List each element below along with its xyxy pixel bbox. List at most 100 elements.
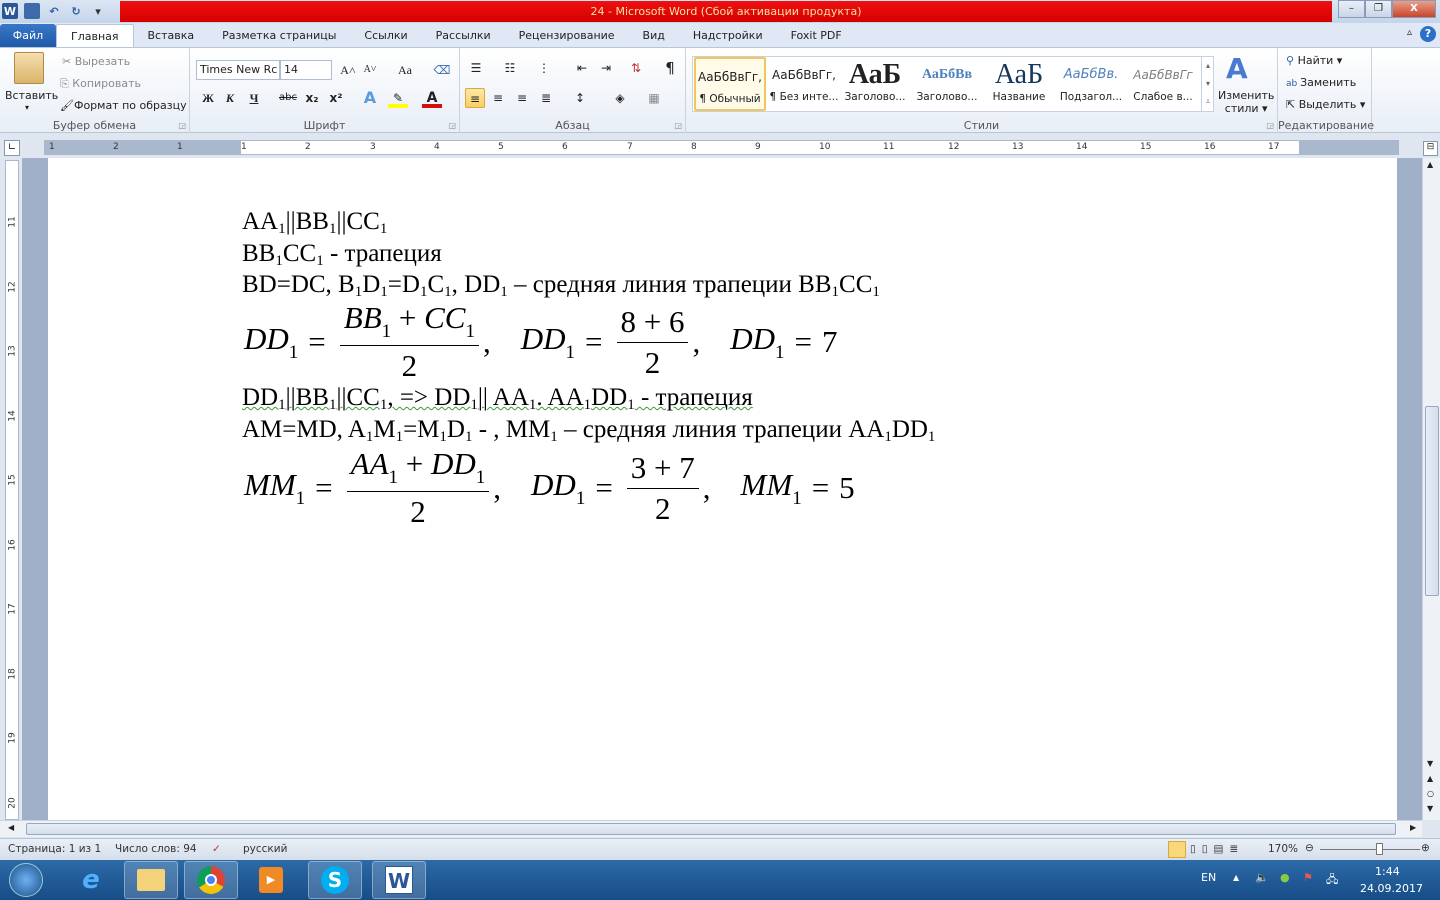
tab-references[interactable]: Ссылки: [350, 24, 421, 47]
zoom-slider[interactable]: [1320, 849, 1420, 850]
justify-button[interactable]: ≣: [536, 88, 556, 108]
skype-icon[interactable]: S: [308, 861, 362, 899]
vertical-scrollbar[interactable]: ▲ ▼ ▲ ○ ▼: [1422, 158, 1440, 820]
save-icon[interactable]: [24, 3, 40, 19]
clear-formatting-icon[interactable]: ⌫: [432, 60, 452, 80]
tab-review[interactable]: Рецензирование: [505, 24, 629, 47]
subscript-button[interactable]: x₂: [302, 88, 322, 108]
style-title[interactable]: АаБ Название: [983, 57, 1055, 111]
bold-button[interactable]: Ж: [198, 88, 218, 108]
show-formatting-button[interactable]: ¶: [660, 58, 680, 78]
scroll-right-icon[interactable]: ▶: [1410, 823, 1416, 832]
document-paragraph[interactable]: AM=MD, A1M1=M1D1 - , MM1 – средняя линия…: [242, 416, 935, 446]
tab-selector[interactable]: ∟: [4, 140, 20, 156]
zoom-out-icon[interactable]: ⊖: [1305, 842, 1314, 854]
bullets-icon[interactable]: ☰: [466, 58, 486, 78]
proofing-icon[interactable]: ✓: [212, 843, 221, 855]
numbering-icon[interactable]: ☷: [500, 58, 520, 78]
tab-file[interactable]: Файл: [0, 24, 56, 47]
dialog-launcher-icon[interactable]: ◲: [448, 121, 456, 130]
vertical-ruler[interactable]: 11 12 13 14 15 16 17 18 19 20: [5, 160, 19, 820]
underline-button[interactable]: Ч: [244, 88, 264, 108]
style-heading-2[interactable]: АаБбВв Заголово...: [911, 57, 983, 111]
tab-page-layout[interactable]: Разметка страницы: [208, 24, 350, 47]
network-icon[interactable]: 🖧: [1326, 871, 1338, 890]
tab-view[interactable]: Вид: [629, 24, 679, 47]
style-heading-1[interactable]: АаБ Заголово...: [839, 57, 911, 111]
dialog-launcher-icon[interactable]: ◲: [1266, 121, 1274, 130]
increase-indent-icon[interactable]: ⇥: [596, 58, 616, 78]
format-painter-button[interactable]: 🖌Формат по образцу: [60, 99, 187, 112]
clock-time[interactable]: 1:44: [1375, 865, 1400, 878]
replace-button[interactable]: ab Заменить: [1286, 76, 1356, 89]
word-logo-icon[interactable]: W: [2, 3, 18, 19]
document-paragraph[interactable]: DD1||BB1||CC1, => DD1|| AA1. AA1DD1 - тр…: [242, 384, 753, 414]
document-page[interactable]: AA1||BB1||CC1 BB1CC1 - трапеция BD=DC, B1D…: [48, 158, 1397, 820]
internet-explorer-icon[interactable]: e: [64, 861, 118, 899]
scroll-left-icon[interactable]: ◀: [8, 823, 14, 832]
font-color-icon[interactable]: A: [422, 88, 442, 108]
tab-addins[interactable]: Надстройки: [679, 24, 777, 47]
tab-foxit-pdf[interactable]: Foxit PDF: [777, 24, 856, 47]
text-effects-icon[interactable]: A: [360, 88, 380, 108]
maximize-button[interactable]: ❐: [1365, 0, 1392, 18]
language[interactable]: русский: [243, 843, 287, 855]
paste-icon[interactable]: [14, 52, 44, 84]
change-case-button[interactable]: Aa: [392, 60, 418, 80]
horizontal-scrollbar[interactable]: ◀ ▶: [0, 820, 1422, 837]
multilevel-list-icon[interactable]: ⋮: [534, 58, 554, 78]
close-button[interactable]: X: [1392, 0, 1436, 18]
style-normal[interactable]: АаБбВвГг, ¶ Обычный: [694, 57, 766, 111]
view-buttons[interactable]: ▯▯▤≣: [1190, 843, 1244, 855]
undo-icon[interactable]: ↶: [46, 3, 62, 19]
action-center-icon[interactable]: ⚑: [1303, 871, 1313, 884]
chrome-icon[interactable]: [184, 861, 238, 899]
view-ruler-icon[interactable]: ⊟: [1423, 141, 1438, 156]
style-no-spacing[interactable]: АаБбВвГг, ¶ Без инте...: [768, 57, 840, 111]
customize-qat-icon[interactable]: ▾: [90, 3, 106, 19]
start-button[interactable]: [4, 861, 48, 899]
redo-icon[interactable]: ↻: [68, 3, 84, 19]
scroll-up-icon[interactable]: ▲: [1427, 160, 1433, 169]
align-center-button[interactable]: ≡: [488, 88, 508, 108]
align-right-button[interactable]: ≡: [512, 88, 532, 108]
media-player-icon[interactable]: ▶: [244, 861, 298, 899]
minimize-button[interactable]: –: [1338, 0, 1365, 18]
document-paragraph[interactable]: BB1CC1 - трапеция: [242, 240, 442, 270]
word-count[interactable]: Число слов: 94: [115, 843, 197, 855]
paste-button[interactable]: Вставить: [5, 89, 58, 102]
style-subtitle[interactable]: АаБбВв. Подзагол...: [1055, 57, 1127, 111]
highlight-icon[interactable]: ✎: [388, 88, 408, 108]
change-styles-button[interactable]: Изменить стили ▾: [1218, 89, 1274, 115]
help-icon[interactable]: ?: [1420, 26, 1436, 42]
browse-buttons[interactable]: ▼ ▲ ○ ▼: [1427, 756, 1434, 816]
zoom-in-icon[interactable]: ⊕: [1421, 842, 1430, 854]
tab-mailings[interactable]: Рассылки: [422, 24, 505, 47]
decrease-indent-icon[interactable]: ⇤: [572, 58, 592, 78]
volume-icon[interactable]: 🔈: [1255, 871, 1269, 884]
font-name-select[interactable]: Times New Rc: [196, 60, 280, 80]
scrollbar-thumb[interactable]: [1425, 406, 1439, 596]
cut-button[interactable]: ✂ Вырезать: [62, 55, 130, 68]
line-spacing-icon[interactable]: ↕: [570, 88, 590, 108]
word-taskbar-icon[interactable]: W: [372, 861, 426, 899]
copy-button[interactable]: ⎘ Копировать: [60, 77, 141, 91]
shrink-font-button[interactable]: A˅: [360, 60, 380, 80]
document-paragraph[interactable]: AA1||BB1||CC1: [242, 208, 387, 238]
style-subtle-emphasis[interactable]: АаБбВвГг Слабое в...: [1127, 57, 1199, 111]
equation[interactable]: DD1 = BB1 + CC1 2, DD1 = 8 + 6 2, DD1 = 7: [244, 300, 868, 384]
change-styles-icon[interactable]: A: [1226, 52, 1248, 85]
sort-icon[interactable]: ⇅: [626, 58, 646, 78]
horizontal-ruler[interactable]: 1 2 1 1 2 3 4 5 6 7 8 9 10 11 12 13 14 15 16 17: [44, 140, 1399, 155]
explorer-icon[interactable]: [124, 861, 178, 899]
select-button[interactable]: ⇱ Выделить ▾: [1286, 98, 1365, 111]
style-gallery-scroll[interactable]: ▴ ▾ ⩡: [1201, 57, 1214, 111]
align-left-button[interactable]: ≡: [465, 88, 485, 108]
update-icon[interactable]: ●: [1280, 871, 1290, 884]
zoom-slider-thumb[interactable]: [1376, 843, 1383, 855]
page-count[interactable]: Страница: 1 из 1: [8, 843, 101, 855]
scrollbar-thumb[interactable]: [26, 823, 1396, 835]
superscript-button[interactable]: x²: [326, 88, 346, 108]
show-hidden-icons[interactable]: ▲: [1233, 873, 1239, 882]
find-button[interactable]: ⚲ Найти ▾: [1286, 54, 1342, 67]
